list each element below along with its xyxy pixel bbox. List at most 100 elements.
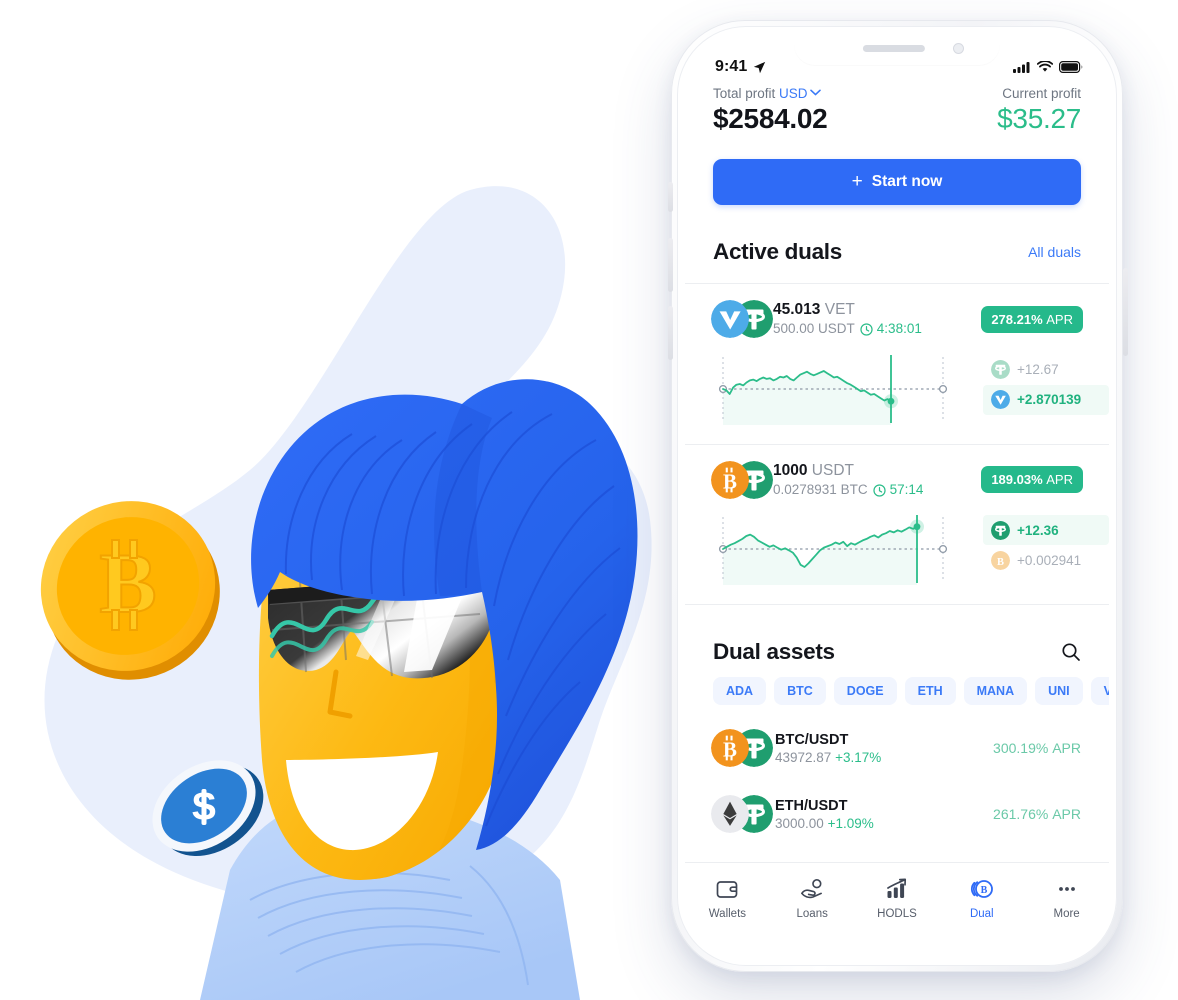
filter-chip-mana[interactable]: MANA bbox=[963, 677, 1028, 706]
dual-chart-svg bbox=[718, 354, 948, 425]
asset-apr: 261.76% APR bbox=[993, 806, 1081, 822]
current-profit-value: $35.27 bbox=[997, 103, 1081, 134]
tether-icon bbox=[991, 360, 1010, 380]
dual-timer: 57:14 bbox=[872, 481, 924, 499]
loans-hand-coin-icon bbox=[800, 879, 822, 899]
status-time-group: 9:41 bbox=[715, 58, 766, 76]
asset-pair: ETH/USDT bbox=[775, 797, 848, 814]
dual-timer: 4:38:01 bbox=[860, 320, 922, 338]
total-profit-value: $2584.02 bbox=[713, 103, 828, 134]
dual-amount-unit: USDT bbox=[811, 461, 854, 479]
dual-gains: +12.36 B +0.002941 bbox=[983, 513, 1109, 590]
asset-info: BTC/USDT 43972.87 +3.17% bbox=[773, 732, 993, 765]
asset-pair: BTC/USDT bbox=[775, 731, 849, 748]
dual-amount-line: 1000 USDT bbox=[773, 461, 981, 480]
dual-timer-value: 57:14 bbox=[889, 481, 924, 497]
tab-label: HODLS bbox=[877, 908, 917, 920]
dual-secondary-line: 0.0278931 BTC 57:14 bbox=[773, 481, 981, 499]
status-indicators bbox=[1013, 61, 1083, 73]
wallet-icon bbox=[717, 881, 738, 898]
dual-secondary: 500.00 USDT bbox=[773, 321, 855, 337]
asset-change: +3.17% bbox=[835, 749, 882, 765]
dual-amount: 45.013 bbox=[773, 301, 821, 318]
coin-pair-icons bbox=[711, 300, 773, 339]
filter-chip-uni[interactable]: UNI bbox=[1035, 677, 1083, 706]
svg-text:B: B bbox=[99, 535, 156, 631]
svg-text:B: B bbox=[980, 885, 987, 896]
currency-selector[interactable]: USD bbox=[779, 86, 821, 101]
bitcoin-icon: B bbox=[711, 460, 749, 499]
wifi-icon bbox=[1037, 61, 1053, 72]
filter-chip-ada[interactable]: ADA bbox=[713, 677, 767, 706]
tab-hodls[interactable]: HODLS bbox=[855, 877, 940, 920]
svg-text:B: B bbox=[997, 556, 1004, 567]
filter-chip-eth[interactable]: ETH bbox=[904, 677, 956, 706]
vechain-icon bbox=[991, 390, 1010, 410]
asset-filter-chips[interactable]: ADA BTC DOGE ETH MANA UNI VET bbox=[685, 677, 1109, 706]
gain-value: +12.36 bbox=[1017, 522, 1059, 538]
hero-illustration: B S bbox=[0, 0, 720, 1000]
ellipsis-icon bbox=[1058, 887, 1075, 891]
status-time: 9:41 bbox=[715, 58, 748, 75]
asset-price: 3000.00 bbox=[775, 815, 824, 831]
clock-icon bbox=[860, 323, 873, 336]
dual-timer-value: 4:38:01 bbox=[876, 321, 922, 337]
start-now-label: Start now bbox=[871, 173, 943, 190]
asset-apr-value: 300.19% bbox=[993, 740, 1049, 757]
tab-wallets[interactable]: Wallets bbox=[685, 877, 770, 920]
dual-amount: 1000 bbox=[773, 461, 808, 479]
filter-chip-vet[interactable]: VET bbox=[1090, 677, 1109, 706]
total-profit-block: Total profit USD $2584.02 bbox=[713, 86, 828, 135]
search-icon[interactable] bbox=[1061, 642, 1081, 662]
tab-more[interactable]: More bbox=[1024, 877, 1109, 920]
asset-row[interactable]: B BTC/USDT 43972.87 +3.17% 300.19% APR bbox=[685, 715, 1109, 781]
apr-suffix: APR bbox=[1046, 472, 1073, 488]
tab-label: More bbox=[1053, 908, 1080, 920]
gain-row: +2.870139 bbox=[983, 384, 1109, 415]
gain-value: +12.67 bbox=[1017, 362, 1059, 378]
active-dual-card[interactable]: 45.013 VET 500.00 USDT 4:38:01 278.21% A… bbox=[685, 284, 1109, 444]
dual-info: 45.013 VET 500.00 USDT 4:38:01 bbox=[773, 300, 981, 339]
earpiece-speaker bbox=[862, 45, 925, 52]
tab-label: Wallets bbox=[708, 908, 747, 920]
gain-row: +12.36 bbox=[983, 515, 1109, 546]
dual-gains: +12.67 +2.870139 bbox=[983, 353, 1109, 430]
apr-value: 278.21% bbox=[991, 311, 1043, 327]
asset-apr-suffix: APR bbox=[1052, 740, 1081, 757]
filter-chip-btc[interactable]: BTC bbox=[774, 677, 826, 706]
app-content: Total profit USD $2584.02 Current profit… bbox=[685, 34, 1109, 958]
divider bbox=[685, 604, 1109, 606]
volume-up-button[interactable] bbox=[668, 238, 673, 292]
tab-dual[interactable]: B Dual bbox=[939, 877, 1024, 920]
tab-loans[interactable]: Loans bbox=[770, 877, 855, 920]
bitcoin-icon: B bbox=[711, 729, 749, 768]
active-dual-card[interactable]: B 1000 USDT 0.0278931 BTC 57:14 189.03% … bbox=[685, 445, 1109, 605]
dual-chart-svg bbox=[718, 515, 948, 586]
bottom-tab-bar: Wallets Loans HODLS B Dual More bbox=[685, 862, 1109, 958]
asset-apr-value: 261.76% bbox=[993, 806, 1049, 823]
dual-amount-line: 45.013 VET bbox=[773, 300, 981, 319]
dual-chart bbox=[685, 513, 983, 590]
dual-secondary-line: 500.00 USDT 4:38:01 bbox=[773, 320, 981, 338]
volume-down-button[interactable] bbox=[668, 306, 673, 360]
asset-row[interactable]: ETH/USDT 3000.00 +1.09% 261.76% APR bbox=[685, 781, 1109, 847]
dual-coins-icon: B bbox=[970, 880, 993, 898]
active-duals-title: Active duals bbox=[713, 239, 842, 264]
power-button[interactable] bbox=[1123, 268, 1128, 356]
bitcoin-icon: B bbox=[991, 550, 1010, 570]
asset-price-line: 43972.87 +3.17% bbox=[775, 750, 993, 765]
current-profit-label: Current profit bbox=[1002, 86, 1081, 101]
battery-icon bbox=[1059, 61, 1083, 73]
start-now-button[interactable]: + Start now bbox=[713, 159, 1081, 205]
filter-chip-doge[interactable]: DOGE bbox=[833, 677, 897, 706]
screenshot-root: B S bbox=[0, 0, 1178, 1000]
dual-chart bbox=[685, 353, 983, 430]
all-duals-link[interactable]: All duals bbox=[1028, 244, 1081, 260]
asset-apr-suffix: APR bbox=[1052, 806, 1081, 823]
cellular-signal-icon bbox=[1013, 62, 1030, 73]
front-camera-icon bbox=[953, 43, 964, 54]
dual-secondary: 0.0278931 BTC bbox=[773, 481, 868, 497]
phone-mockup: 9:41 Total profit USD $2584.02 Current p… bbox=[663, 6, 1133, 981]
asset-change: +1.09% bbox=[827, 815, 874, 831]
mute-switch[interactable] bbox=[668, 182, 673, 212]
